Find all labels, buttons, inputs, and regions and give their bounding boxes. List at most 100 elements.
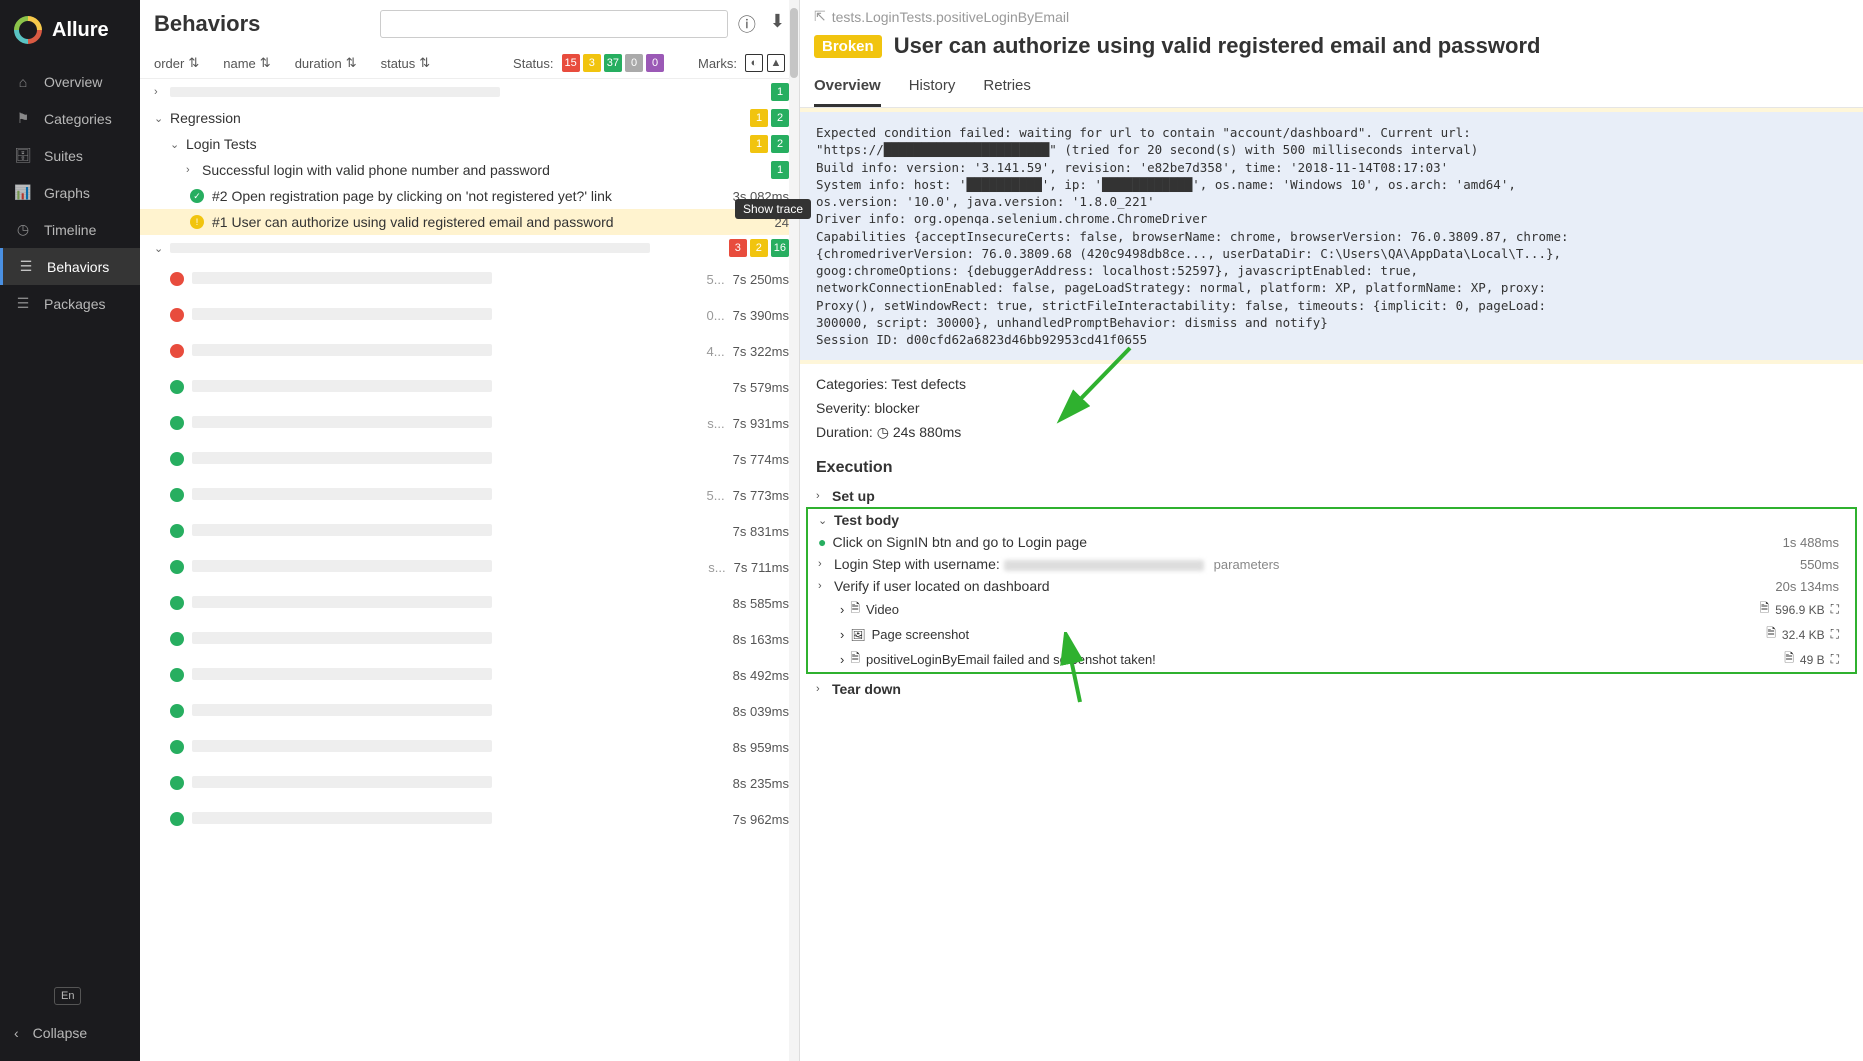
sort-status[interactable]: status ⇅: [381, 55, 431, 71]
test-title: User can authorize using valid registere…: [894, 33, 1541, 59]
status-passed-count[interactable]: 37: [604, 54, 622, 72]
info-icon[interactable]: ⓘ: [738, 11, 756, 37]
status-pass-icon: ●: [818, 534, 826, 550]
image-icon: 🖼: [850, 628, 865, 642]
sort-name[interactable]: name ⇅: [223, 55, 270, 71]
chevron-right-icon: ›: [154, 86, 166, 98]
test-row-blurred[interactable]: 7s 831ms: [140, 513, 799, 549]
chevron-right-icon: ›: [818, 580, 828, 592]
chevron-left-icon: ‹: [14, 1025, 19, 1041]
test-row-blurred[interactable]: 8s 039ms: [140, 693, 799, 729]
test-row-2[interactable]: ✓ #2 Open registration page by clicking …: [140, 183, 799, 209]
status-icon: [170, 704, 184, 718]
expand-icon[interactable]: ⛶: [1831, 652, 1839, 667]
mark-new-icon[interactable]: ▲: [767, 54, 785, 72]
test-row-blurred[interactable]: 8s 163ms: [140, 621, 799, 657]
section-testbody[interactable]: ⌄ Test body: [808, 509, 1855, 531]
execution-heading: Execution: [800, 453, 1863, 485]
status-icon: [170, 524, 184, 538]
mark-flaky-icon[interactable]: ◐: [745, 54, 763, 72]
meta-duration: 24s 880ms: [893, 424, 961, 440]
tab-history[interactable]: History: [909, 69, 956, 107]
file-icon: 🗎: [1784, 649, 1794, 670]
status-icon: [170, 308, 184, 322]
test-row-blurred[interactable]: 5...7s 773ms: [140, 477, 799, 513]
scroll-thumb[interactable]: [790, 8, 798, 78]
file-icon: 🗎: [1766, 624, 1776, 645]
nav-graphs[interactable]: 📊Graphs: [0, 174, 140, 211]
test-row-blurred[interactable]: 5...7s 250ms: [140, 261, 799, 297]
status-icon: [170, 668, 184, 682]
status-broken-count[interactable]: 3: [583, 54, 601, 72]
section-testbody-highlighted: ⌄ Test body ● Click on SignIN btn and go…: [806, 507, 1857, 674]
link-icon[interactable]: ⇱: [814, 8, 826, 25]
flag-icon: ⚑: [14, 110, 32, 127]
tree-group-blurred[interactable]: › 1: [140, 79, 799, 105]
test-row-blurred[interactable]: s...7s 711ms: [140, 549, 799, 585]
nav-packages[interactable]: ☰Packages: [0, 285, 140, 322]
status-label: Status:: [513, 56, 553, 71]
language-selector[interactable]: En: [54, 987, 81, 1005]
nav-suites[interactable]: 🗄Suites: [0, 137, 140, 174]
expand-icon[interactable]: ⛶: [1831, 627, 1839, 642]
test-meta: Categories: Test defects Severity: block…: [800, 364, 1863, 453]
test-row-blurred[interactable]: s...7s 931ms: [140, 405, 799, 441]
test-row-blurred[interactable]: 7s 774ms: [140, 441, 799, 477]
brand-logo: Allure: [0, 0, 140, 64]
tree-group-blurred-2[interactable]: ⌄ 3 2 16: [140, 235, 799, 261]
sidebar: Allure ⌂Overview ⚑Categories 🗄Suites 📊Gr…: [0, 0, 140, 1061]
chevron-right-icon: ›: [816, 490, 826, 502]
test-row-blurred[interactable]: 8s 492ms: [140, 657, 799, 693]
status-skipped-count[interactable]: 0: [625, 54, 643, 72]
test-row-blurred[interactable]: 7s 962ms: [140, 801, 799, 837]
test-row-blurred[interactable]: 8s 235ms: [140, 765, 799, 801]
test-row-blurred[interactable]: 0...7s 390ms: [140, 297, 799, 333]
test-row-blurred[interactable]: 7s 579ms: [140, 369, 799, 405]
scrollbar[interactable]: [789, 0, 799, 1061]
attachment-log[interactable]: › 🗎 positiveLoginByEmail failed and scre…: [808, 647, 1855, 672]
meta-severity: blocker: [874, 400, 919, 416]
test-row-blurred[interactable]: 8s 959ms: [140, 729, 799, 765]
step-signin[interactable]: ● Click on SignIN btn and go to Login pa…: [808, 531, 1855, 553]
status-failed-count[interactable]: 15: [562, 54, 580, 72]
brand-name: Allure: [52, 19, 109, 42]
test-row-1-selected[interactable]: ! #1 User can authorize using valid regi…: [140, 209, 799, 235]
status-broken-icon: !: [190, 215, 204, 229]
nav-overview[interactable]: ⌂Overview: [0, 64, 140, 100]
redacted-text: [1004, 560, 1204, 571]
nav-categories[interactable]: ⚑Categories: [0, 100, 140, 137]
status-pass-icon: ✓: [190, 189, 204, 203]
error-message: Expected condition failed: waiting for u…: [800, 112, 1863, 360]
tab-overview[interactable]: Overview: [814, 69, 881, 107]
step-verify-dashboard[interactable]: › Verify if user located on dashboard 20…: [808, 575, 1855, 597]
list-icon: ☰: [17, 258, 35, 275]
step-login[interactable]: › Login Step with username: parameters 5…: [808, 553, 1855, 575]
section-teardown[interactable]: › Tear down: [800, 678, 1863, 700]
file-icon: 🗎: [850, 599, 860, 620]
sort-icon: ⇅: [188, 55, 199, 71]
download-icon[interactable]: ⬇: [770, 11, 785, 37]
attachment-screenshot[interactable]: › 🖼 Page screenshot 🗎 32.4 KB ⛶: [808, 622, 1855, 647]
attachment-video[interactable]: › 🗎 Video 🗎 596.9 KB ⛶: [808, 597, 1855, 622]
chevron-down-icon: ⌄: [154, 112, 166, 125]
section-setup[interactable]: › Set up: [800, 485, 1863, 507]
chart-icon: 📊: [14, 184, 32, 201]
status-icon: [170, 632, 184, 646]
tooltip-show-trace: Show trace: [735, 199, 811, 219]
expand-icon[interactable]: ⛶: [1831, 602, 1839, 617]
nav-timeline[interactable]: ◷Timeline: [0, 211, 140, 248]
search-input[interactable]: [380, 10, 728, 38]
nav-behaviors[interactable]: ☰Behaviors: [0, 248, 140, 285]
chevron-down-icon: ⌄: [818, 514, 828, 527]
test-row-blurred[interactable]: 8s 585ms: [140, 585, 799, 621]
sort-icon: ⇅: [260, 55, 271, 71]
sort-duration[interactable]: duration ⇅: [295, 55, 357, 71]
test-row-blurred[interactable]: 4...7s 322ms: [140, 333, 799, 369]
tab-retries[interactable]: Retries: [983, 69, 1031, 107]
tree-group-login-tests[interactable]: ⌄ Login Tests 12: [140, 131, 799, 157]
status-unknown-count[interactable]: 0: [646, 54, 664, 72]
collapse-sidebar[interactable]: ‹Collapse: [0, 1015, 140, 1051]
tree-group-regression[interactable]: ⌄ Regression 12: [140, 105, 799, 131]
tree-group-phone-login[interactable]: › Successful login with valid phone numb…: [140, 157, 799, 183]
sort-order[interactable]: order ⇅: [154, 55, 199, 71]
